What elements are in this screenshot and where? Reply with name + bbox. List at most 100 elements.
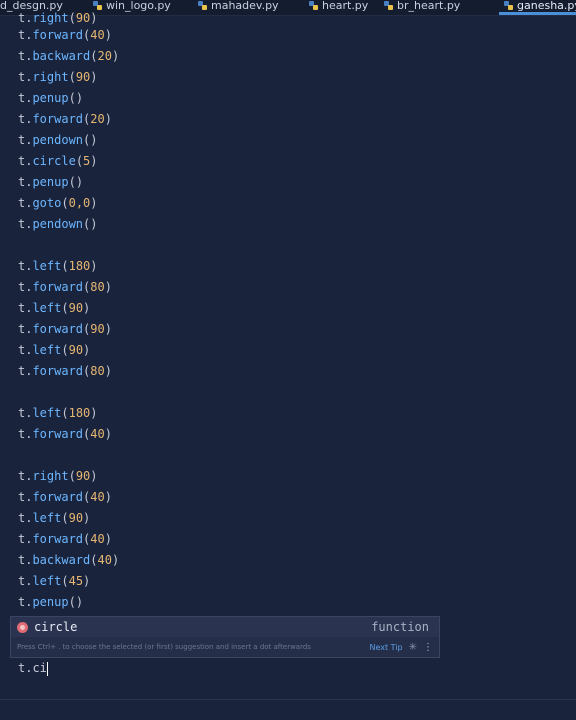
tab-win-logo-py[interactable]: win_logo.py [92,0,171,15]
code-object: t. [18,217,33,231]
code-argument: 90 [75,469,91,483]
code-object: t. [18,532,33,546]
code-line: t.forward(40) [18,532,112,546]
python-file-icon [309,1,318,10]
code-line: t.left(180) [18,406,98,420]
code-object: t. [18,259,33,273]
code-line: t.forward(40) [18,427,112,441]
code-function: forward [32,28,84,42]
autocomplete-popup: circle function Press Ctrl+ . to choose … [10,616,440,658]
typed-text: t.ci [18,661,47,675]
code-argument: 90 [68,301,84,315]
code-function: forward [32,364,84,378]
tab-label: heart.py [322,0,369,12]
spinner-icon: ✳ [408,641,417,653]
code-function: forward [32,322,84,336]
code-object: t. [18,175,33,189]
code-argument: 90 [75,11,91,25]
code-line: t.left(45) [18,574,91,588]
code-line: t.left(90) [18,511,91,525]
code-argument: 90 [90,322,105,336]
code-function: backward [32,553,91,567]
method-icon [17,621,28,633]
code-line: t.left(90) [18,343,91,357]
code-function: left [32,259,62,273]
code-function: forward [32,280,84,294]
autocomplete-item-type: function [371,620,429,634]
code-argument: 80 [90,280,105,294]
code-argument: 40 [90,490,105,504]
code-object: t. [18,49,33,63]
code-argument: 90 [68,343,84,357]
code-function: left [32,511,62,525]
code-function: goto [32,196,62,210]
code-object: t. [18,112,33,126]
code-function: penup [32,91,69,105]
code-object: t. [18,280,33,294]
code-function: left [32,301,62,315]
code-line: t.forward(80) [18,364,112,378]
tab-label: win_logo.py [106,0,171,12]
autocomplete-item-name: circle [34,620,78,634]
code-line: t.pendown() [18,133,98,147]
code-object: t. [18,553,33,567]
python-file-icon [384,1,393,10]
code-line-current[interactable]: t.ci [18,658,48,678]
code-function: pendown [32,217,84,231]
code-function: forward [32,112,84,126]
code-argument: 40 [90,532,105,546]
code-argument: 20 [90,112,105,126]
code-object: t. [18,574,33,588]
code-argument: 0,0 [68,196,91,210]
autocomplete-hint-text: Press Ctrl+ . to choose the selected (or… [17,643,311,651]
horizontal-divider [0,699,576,700]
code-function: backward [32,49,91,63]
code-function: pendown [32,133,84,147]
code-object: t. [18,595,33,609]
more-vertical-icon[interactable]: ⋮ [423,642,433,653]
code-function: left [32,574,62,588]
autocomplete-item[interactable]: circle function [11,617,439,637]
code-function: circle [32,154,76,168]
code-object: t. [18,343,33,357]
tab-heart-py[interactable]: heart.py [308,0,368,15]
code-function: right [32,469,69,483]
tab-ganesha-py[interactable]: ganesha.py [499,0,576,15]
code-object: t. [18,364,33,378]
python-file-icon [198,1,207,10]
code-line: t.left(90) [18,301,91,315]
code-object: t. [18,70,33,84]
code-object: t. [18,322,33,336]
code-function: penup [32,595,69,609]
code-argument: 40 [97,553,112,567]
tab-mahadev-py[interactable]: mahadev.py [197,0,279,15]
code-object: t. [18,427,33,441]
code-argument: 40 [90,427,105,441]
next-tip-link[interactable]: Next Tip [369,643,402,652]
code-object: t. [18,28,33,42]
code-object: t. [18,154,33,168]
code-function: right [32,11,69,25]
code-line: t.backward(20) [18,49,120,63]
code-object: t. [18,511,33,525]
code-function: forward [32,532,84,546]
code-line: t.left(180) [18,259,98,273]
code-line: t.right(90) [18,70,98,84]
code-object: t. [18,196,33,210]
code-line: t.backward(40) [18,553,120,567]
code-line: t.forward(40) [18,490,112,504]
code-line: t.forward(80) [18,280,112,294]
code-line: t.forward(40) [18,28,112,42]
code-function: forward [32,427,84,441]
code-editor[interactable]: t.right(90) t.forward(40) t.backward(20) t… [0,11,576,720]
code-line: t.forward(20) [18,112,112,126]
code-line: t.circle(5) [18,154,98,168]
tab-label: ganesha.py [517,0,576,12]
tab-label: mahadev.py [211,0,279,12]
python-file-icon [504,1,513,10]
code-line: t.forward(90) [18,322,112,336]
code-line: t.right(90) [18,469,98,483]
tab-br-heart-py[interactable]: br_heart.py [383,0,460,15]
code-object: t. [18,301,33,315]
code-object: t. [18,133,33,147]
